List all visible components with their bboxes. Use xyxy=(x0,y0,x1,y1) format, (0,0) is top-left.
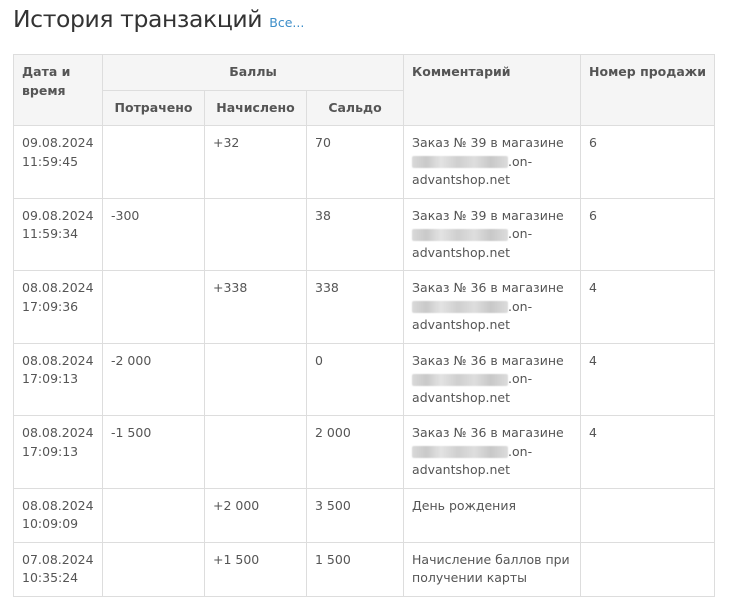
cell-time: 17:09:36 xyxy=(22,298,79,314)
cell-accrued: +32 xyxy=(204,125,307,199)
column-header-comment: Комментарий xyxy=(403,54,582,126)
cell-time: 10:35:24 xyxy=(22,570,79,585)
cell-comment: Заказ № 36 в магазине .on-advantshop.net xyxy=(403,342,582,416)
cell-spent xyxy=(102,541,205,597)
redacted-shop-name xyxy=(412,228,509,241)
cell-datetime: 08.08.2024 17:09:36 xyxy=(13,270,103,344)
redacted-shop-name xyxy=(412,446,509,458)
cell-spent xyxy=(102,125,205,199)
cell-datetime: 08.08.2024 17:09:13 xyxy=(13,342,103,416)
cell-balance: 2 000 xyxy=(305,415,405,489)
cell-spent: -300 xyxy=(102,197,205,271)
comment-text: Заказ № 36 в магазине xyxy=(412,352,564,368)
table-row: 08.08.2024 17:09:36 +338 338 Заказ № 36 в ма… xyxy=(13,270,716,344)
column-header-accrued: Начислено xyxy=(204,90,307,126)
cell-spent: -1 500 xyxy=(102,415,205,489)
cell-time: 11:59:45 xyxy=(22,153,79,169)
cell-time: 17:09:13 xyxy=(22,371,79,386)
column-header-spent: Потрачено xyxy=(102,90,205,126)
table-row: 08.08.2024 10:09:09 +2 000 3 500 День рожден… xyxy=(13,487,716,543)
redacted-shop-name xyxy=(412,301,509,313)
cell-accrued: +1 500 xyxy=(204,541,307,597)
cell-accrued xyxy=(204,342,307,416)
cell-balance: 338 xyxy=(305,270,405,344)
redacted-shop-name xyxy=(412,156,509,168)
cell-comment: Заказ № 39 в магазине .on-advantshop.net xyxy=(403,125,582,199)
cell-sale-number xyxy=(580,487,716,543)
cell-datetime: 09.08.2024 11:59:45 xyxy=(13,125,103,199)
comment-text: День рождения xyxy=(412,497,516,513)
cell-sale-number: 4 xyxy=(580,270,716,344)
cell-spent: -2 000 xyxy=(102,342,205,416)
cell-sale-number: 4 xyxy=(580,342,716,416)
cell-datetime: 08.08.2024 17:09:13 xyxy=(13,415,103,489)
page-title: История транзакций xyxy=(13,5,263,33)
comment-text: Заказ № 39 в магазине xyxy=(412,135,564,150)
cell-date: 09.08.2024 xyxy=(22,207,94,223)
view-all-link[interactable]: Все... xyxy=(269,15,304,30)
cell-datetime: 08.08.2024 10:09:09 xyxy=(13,487,103,543)
table-row: 08.08.2024 17:09:13 -2 000 0 Заказ № 36 в ма… xyxy=(13,342,716,416)
transactions-table-body: 09.08.2024 11:59:45 +32 70 Заказ № 39 в мага… xyxy=(13,125,716,597)
cell-sale-number: 6 xyxy=(580,125,716,199)
cell-date: 08.08.2024 xyxy=(22,425,94,440)
comment-text: Заказ № 36 в магазине xyxy=(412,425,564,440)
cell-sale-number: 6 xyxy=(580,197,716,271)
table-row: 09.08.2024 11:59:45 +32 70 Заказ № 39 в мага… xyxy=(13,125,716,199)
cell-comment: Начисление баллов при получении карты xyxy=(403,541,582,597)
cell-sale-number: 4 xyxy=(580,415,716,489)
cell-time: 11:59:34 xyxy=(22,226,79,241)
column-header-balance: Сальдо xyxy=(305,90,405,126)
cell-balance: 70 xyxy=(305,125,405,199)
table-row: 08.08.2024 17:09:13 -1 500 2 000 Заказ № 36 … xyxy=(13,415,716,489)
cell-balance: 0 xyxy=(305,342,405,416)
cell-comment: Заказ № 36 в магазине .on-advantshop.net xyxy=(403,270,582,344)
cell-comment: Заказ № 39 в магазине .on-advantshop.net xyxy=(403,197,582,271)
cell-accrued xyxy=(204,197,307,271)
cell-comment: Заказ № 36 в магазине .on-advantshop.net xyxy=(403,415,582,489)
redacted-shop-name xyxy=(412,373,509,386)
cell-balance: 1 500 xyxy=(305,541,405,597)
cell-comment: День рождения xyxy=(403,487,582,543)
cell-balance: 38 xyxy=(305,197,405,271)
cell-balance: 3 500 xyxy=(305,487,405,543)
cell-accrued xyxy=(204,415,307,489)
cell-accrued: +2 000 xyxy=(204,487,307,543)
cell-datetime: 09.08.2024 11:59:34 xyxy=(13,197,103,271)
cell-accrued: +338 xyxy=(204,270,307,344)
table-row: 07.08.2024 10:35:24 +1 500 1 500 Начисление … xyxy=(13,541,716,597)
cell-time: 10:09:09 xyxy=(22,516,79,531)
cell-spent xyxy=(102,487,205,543)
comment-text: Начисление баллов при получении карты xyxy=(412,551,570,586)
cell-date: 08.08.2024 xyxy=(22,352,94,368)
cell-date: 08.08.2024 xyxy=(22,497,94,513)
cell-spent xyxy=(102,270,205,344)
column-header-datetime: Дата и время xyxy=(13,54,103,126)
column-header-sale-number: Номер продажи xyxy=(580,54,716,126)
comment-text: Заказ № 36 в магазине xyxy=(412,280,564,295)
transactions-table: Дата и время Баллы Комментарий Номер про… xyxy=(13,54,716,597)
cell-datetime: 07.08.2024 10:35:24 xyxy=(13,541,103,597)
page-header: История транзакций Все... xyxy=(13,5,304,33)
cell-date: 09.08.2024 xyxy=(22,135,94,150)
column-header-points: Баллы xyxy=(101,54,405,91)
cell-date: 07.08.2024 xyxy=(22,551,94,567)
table-row: 09.08.2024 11:59:34 -300 38 Заказ № 39 в маг… xyxy=(13,197,716,271)
comment-text: Заказ № 39 в магазине xyxy=(412,207,564,223)
cell-date: 08.08.2024 xyxy=(22,280,94,295)
cell-sale-number xyxy=(580,541,716,597)
cell-time: 17:09:13 xyxy=(22,443,79,459)
